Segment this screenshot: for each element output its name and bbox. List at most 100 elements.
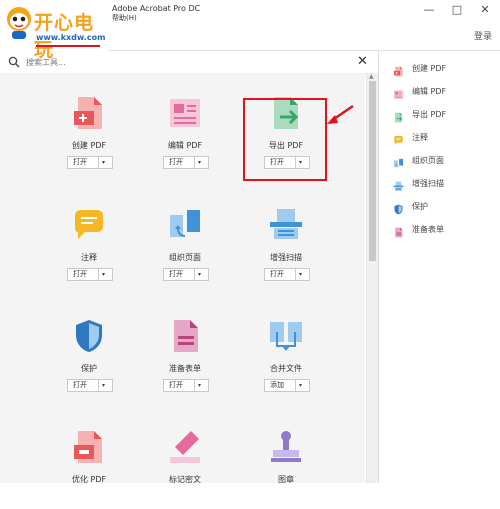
right-panel-item[interactable]: 创建 PDF	[393, 61, 499, 77]
right-panel-item[interactable]: 保护	[393, 199, 499, 215]
minimize-icon[interactable]: —	[420, 2, 438, 18]
tools-search-bar: ✕	[0, 51, 377, 74]
create-pdf-icon	[393, 62, 404, 77]
annotation-arrow-icon	[327, 104, 354, 124]
right-panel-item[interactable]: 增强扫描	[393, 176, 499, 192]
tool-tile[interactable]: 图章	[246, 429, 326, 509]
tool-open-dropdown[interactable]: 打开 ▾	[264, 268, 310, 281]
tool-action-label[interactable]: 打开	[73, 380, 87, 391]
chevron-down-icon[interactable]: ▾	[299, 269, 302, 280]
tool-action-label[interactable]: 打开	[73, 157, 87, 168]
optimize-pdf-icon[interactable]	[71, 429, 107, 465]
tool-action-label[interactable]: 打开	[73, 269, 87, 280]
dropdown-divider	[194, 380, 195, 391]
tool-tile[interactable]: 注释打开 ▾	[49, 207, 129, 287]
tool-open-dropdown[interactable]: 打开 ▾	[67, 268, 113, 281]
tool-open-dropdown[interactable]: 打开 ▾	[67, 156, 113, 169]
right-panel-item[interactable]: 组织页面	[393, 153, 499, 169]
protect-icon[interactable]	[71, 318, 107, 354]
edit-pdf-icon	[393, 85, 404, 99]
search-icon	[8, 56, 20, 68]
chevron-down-icon[interactable]: ▾	[299, 380, 302, 391]
login-link[interactable]: 登录	[474, 29, 492, 42]
tool-tile[interactable]: 准备表单打开 ▾	[145, 318, 225, 398]
dropdown-divider	[98, 269, 99, 280]
tool-open-dropdown[interactable]: 打开 ▾	[67, 379, 113, 392]
tool-tile[interactable]: 组织页面 打开 ▾	[145, 207, 225, 287]
dropdown-divider	[295, 269, 296, 280]
maximize-icon[interactable]: □	[448, 2, 466, 18]
export-pdf-icon	[393, 108, 404, 123]
mascot-icon	[7, 7, 31, 39]
tool-label: 增强扫描	[270, 253, 302, 262]
menu-help[interactable]: 帮助(H)	[112, 13, 137, 23]
combine-files-icon[interactable]	[268, 318, 304, 354]
tool-action-label[interactable]: 打开	[169, 380, 183, 391]
edit-pdf-icon[interactable]	[167, 95, 203, 131]
tool-tile[interactable]: 优化 PDF	[49, 429, 129, 509]
right-panel-item[interactable]: 注释	[393, 130, 499, 146]
tool-action-label[interactable]: 打开	[169, 157, 183, 168]
scroll-up-icon[interactable]: ▲	[369, 73, 374, 80]
tool-tile[interactable]: 增强扫描打开 ▾	[246, 207, 326, 287]
tool-label: 创建 PDF	[71, 141, 107, 150]
tool-open-dropdown[interactable]: 打开 ▾	[163, 156, 209, 169]
scrollbar-thumb[interactable]	[369, 81, 376, 261]
enhance-scan-icon[interactable]	[268, 207, 304, 243]
redact-icon[interactable]	[167, 429, 203, 465]
tool-label: 注释	[81, 253, 97, 262]
dropdown-divider	[295, 380, 296, 391]
dropdown-divider	[194, 157, 195, 168]
tool-open-dropdown[interactable]: 打开 ▾	[163, 268, 209, 281]
tool-tile[interactable]: 编辑 PDF 打开 ▾	[145, 95, 225, 175]
window-title: Adobe Acrobat Pro DC	[112, 4, 201, 13]
close-window-icon[interactable]: ✕	[476, 2, 494, 18]
search-input[interactable]	[24, 54, 348, 71]
watermark-logo: 开心电玩 www.kxdw.com	[0, 0, 108, 61]
watermark-url: www.kxdw.com	[36, 33, 106, 42]
tool-tile[interactable]: 保护 打开 ▾	[49, 318, 129, 398]
dropdown-divider	[98, 380, 99, 391]
tool-label: 优化 PDF	[71, 475, 107, 484]
tool-action-label[interactable]: 添加	[270, 380, 284, 391]
prepare-form-icon[interactable]	[167, 318, 203, 354]
right-panel-label: 增强扫描	[412, 179, 444, 188]
tool-label: 标记密文	[169, 475, 201, 484]
chevron-down-icon[interactable]: ▾	[198, 157, 201, 168]
tool-label: 准备表单	[169, 364, 201, 373]
tool-action-label[interactable]: 打开	[169, 269, 183, 280]
enhance-scan-icon	[393, 177, 404, 191]
right-tools-panel: 创建 PDF 编辑 PDF 导出 PDF 注释组织页面增强扫描保护准备表单	[378, 51, 500, 483]
right-panel-label: 创建 PDF	[412, 64, 447, 73]
stamp-icon[interactable]	[268, 429, 304, 465]
dropdown-divider	[98, 157, 99, 168]
chevron-down-icon[interactable]: ▾	[198, 269, 201, 280]
tool-label: 编辑 PDF	[167, 141, 203, 150]
right-panel-label: 导出 PDF	[412, 110, 447, 119]
right-panel-label: 编辑 PDF	[412, 87, 447, 96]
comment-icon[interactable]	[71, 207, 107, 243]
watermark-underline	[36, 45, 100, 47]
organize-pages-icon	[393, 154, 404, 168]
tool-tile[interactable]: 合并文件 添加 ▾	[246, 318, 326, 398]
chevron-down-icon[interactable]: ▾	[198, 380, 201, 391]
right-panel-label: 注释	[412, 133, 428, 142]
tool-tile[interactable]: 标记密文	[145, 429, 225, 509]
chevron-down-icon[interactable]: ▾	[102, 269, 105, 280]
tool-open-dropdown[interactable]: 添加 ▾	[264, 379, 310, 392]
organize-pages-icon[interactable]	[167, 207, 203, 243]
tool-action-label[interactable]: 打开	[270, 269, 284, 280]
right-panel-label: 保护	[412, 202, 428, 211]
right-panel-item[interactable]: 编辑 PDF	[393, 84, 499, 100]
chevron-down-icon[interactable]: ▾	[102, 380, 105, 391]
right-panel-label: 准备表单	[412, 225, 444, 234]
right-panel-item[interactable]: 准备表单	[393, 222, 499, 238]
tool-tile[interactable]: 创建 PDF 打开 ▾	[49, 95, 129, 175]
chevron-down-icon[interactable]: ▾	[102, 157, 105, 168]
create-pdf-icon[interactable]	[71, 95, 107, 131]
right-panel-item[interactable]: 导出 PDF	[393, 107, 499, 123]
tool-open-dropdown[interactable]: 打开 ▾	[163, 379, 209, 392]
vertical-scrollbar[interactable]: ▲	[366, 73, 378, 483]
clear-search-icon[interactable]: ✕	[357, 54, 368, 69]
prepare-form-icon	[393, 223, 404, 238]
